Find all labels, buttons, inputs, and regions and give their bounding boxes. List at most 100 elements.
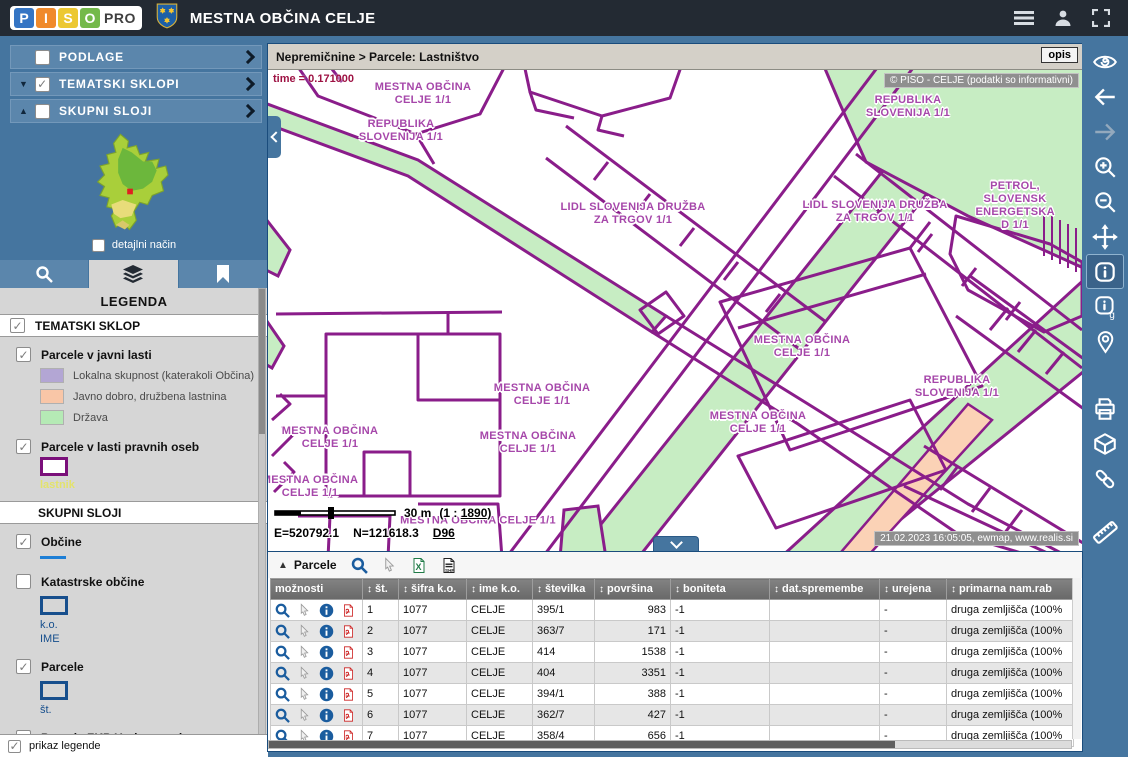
render-time-text: time = 0.171000 <box>273 73 354 85</box>
user-icon[interactable] <box>1054 9 1072 27</box>
fullscreen-icon[interactable] <box>1092 9 1110 27</box>
legend-swatch-row: Država <box>0 407 268 428</box>
row-zoom-button[interactable] <box>275 645 290 660</box>
logo-suffix: PRO <box>102 10 138 26</box>
opis-button[interactable]: opis <box>1041 47 1078 63</box>
parcele-javni-checkbox[interactable] <box>16 347 31 362</box>
table-select-icon[interactable] <box>382 557 397 573</box>
cell-urejena: - <box>880 705 947 726</box>
row-zoom-button[interactable] <box>275 603 290 618</box>
row-zoom-button[interactable] <box>275 624 290 639</box>
datum-link[interactable]: D96 <box>433 526 455 540</box>
col-povrsina[interactable]: ↕površina <box>595 579 671 600</box>
layer-parcele-v-javni-lasti: Parcele v javni lasti <box>0 342 268 365</box>
col-st[interactable]: ↕št. <box>363 579 399 600</box>
skupni-sloji-checkbox[interactable] <box>35 104 50 119</box>
excel-export-icon[interactable]: X <box>411 557 427 574</box>
svg-text:SHP: SHP <box>445 568 454 573</box>
row-select-button[interactable] <box>298 708 311 722</box>
table-horizontal-scrollbar[interactable] <box>268 740 1072 749</box>
obcine-checkbox[interactable] <box>16 534 31 549</box>
piso-logo[interactable]: P I S O PRO <box>10 6 142 30</box>
municipality-overview-map[interactable] <box>59 132 209 234</box>
row-select-button[interactable] <box>298 666 311 680</box>
triangle-up-icon[interactable]: ▲ <box>19 106 35 116</box>
table-search-icon[interactable] <box>351 557 368 574</box>
katastrske-checkbox[interactable] <box>16 574 31 589</box>
prikaz-legende-checkbox[interactable] <box>8 740 21 753</box>
row-info-button[interactable] <box>319 603 334 618</box>
table-vertical-scrollbar[interactable] <box>1072 578 1081 739</box>
row-zoom-button[interactable] <box>275 687 290 702</box>
legend-scrollbar-thumb[interactable] <box>259 289 265 434</box>
row-info-button[interactable] <box>319 708 334 723</box>
tab-search[interactable] <box>0 260 89 288</box>
cell-dat <box>770 705 880 726</box>
cell-dat <box>770 600 880 621</box>
sort-icon: ↕ <box>403 584 408 595</box>
row-info-button[interactable] <box>319 624 334 639</box>
detail-mode-checkbox[interactable] <box>92 239 105 252</box>
zoom-in-icon[interactable] <box>1086 149 1124 184</box>
row-select-button[interactable] <box>298 645 311 659</box>
col-urejena[interactable]: ↕urejena <box>880 579 947 600</box>
podlage-checkbox[interactable] <box>35 50 50 65</box>
row-pdf-button[interactable] <box>342 687 355 702</box>
share-link-icon[interactable] <box>1086 461 1124 496</box>
row-pdf-button[interactable] <box>342 666 355 681</box>
row-pdf-button[interactable] <box>342 645 355 660</box>
row-pdf-button[interactable] <box>342 603 355 618</box>
col-ime-ko[interactable]: ↕ime k.o. <box>467 579 533 600</box>
table-collapse-button[interactable] <box>653 536 699 552</box>
triangle-down-icon[interactable]: ▼ <box>19 79 35 89</box>
cell-ime: CELJE <box>467 621 533 642</box>
accordion-tematski-sklopi[interactable]: ▼ TEMATSKI SKLOPI <box>10 72 262 96</box>
row-select-button[interactable] <box>298 603 311 617</box>
scale-ratio: (1 : 1890) <box>439 506 491 520</box>
swatch-label: Javno dobro, družbena lastnina <box>73 391 227 403</box>
row-zoom-button[interactable] <box>275 708 290 723</box>
parcele-checkbox[interactable] <box>16 659 31 674</box>
scrollbar-thumb[interactable] <box>269 741 895 748</box>
table-collapse-toggle[interactable]: ▲ Parcele <box>278 558 337 572</box>
row-info-button[interactable] <box>319 666 334 681</box>
cell-sifra: 1077 <box>399 600 467 621</box>
parcele-pravne-checkbox[interactable] <box>16 439 31 454</box>
sidebar-collapse-tab[interactable] <box>268 116 281 158</box>
tematski-sklopi-checkbox[interactable] <box>35 77 50 92</box>
measure-icon[interactable] <box>1086 514 1124 549</box>
row-info-button[interactable] <box>319 645 334 660</box>
legend-section-tematski-sklop: TEMATSKI SKLOP <box>0 314 268 337</box>
info-tool-icon[interactable] <box>1086 254 1124 289</box>
col-boniteta[interactable]: ↕boniteta <box>671 579 770 600</box>
scale-ratio-link[interactable]: 1890 <box>461 506 488 520</box>
menu-icon[interactable] <box>1014 10 1034 26</box>
row-pdf-button[interactable] <box>342 624 355 639</box>
col-dat-spremembe[interactable]: ↕dat.spremembe <box>770 579 880 600</box>
print-icon[interactable] <box>1086 391 1124 426</box>
col-primarna[interactable]: ↕primarna nam.rab <box>947 579 1074 600</box>
tematski-sklop-checkbox[interactable] <box>10 318 25 333</box>
back-icon[interactable] <box>1086 79 1124 114</box>
info-group-icon[interactable]: g <box>1086 289 1124 324</box>
location-pin-icon[interactable] <box>1086 324 1124 359</box>
accordion-skupni-sloji[interactable]: ▲ SKUPNI SLOJI <box>10 99 262 123</box>
zoom-out-icon[interactable] <box>1086 184 1124 219</box>
accordion-podlage[interactable]: PODLAGE <box>10 45 262 69</box>
row-select-button[interactable] <box>298 624 311 638</box>
legend-scrollbar[interactable] <box>258 288 266 735</box>
row-pdf-button[interactable] <box>342 708 355 723</box>
3d-view-icon[interactable] <box>1086 426 1124 461</box>
forward-icon[interactable] <box>1086 114 1124 149</box>
visibility-history-icon[interactable] <box>1086 44 1124 79</box>
row-select-button[interactable] <box>298 687 311 701</box>
tab-layers[interactable] <box>89 260 178 288</box>
shp-export-icon[interactable]: SHP <box>441 557 457 574</box>
pan-icon[interactable] <box>1086 219 1124 254</box>
tab-bookmarks[interactable] <box>179 260 268 288</box>
col-sifra-ko[interactable]: ↕šifra k.o. <box>399 579 467 600</box>
row-zoom-button[interactable] <box>275 666 290 681</box>
row-info-button[interactable] <box>319 687 334 702</box>
map-canvas[interactable]: MESTNA OBČINA CELJE 1/1 REPUBLIKA SLOVEN… <box>268 70 1082 552</box>
col-stevilka[interactable]: ↕številka <box>533 579 595 600</box>
